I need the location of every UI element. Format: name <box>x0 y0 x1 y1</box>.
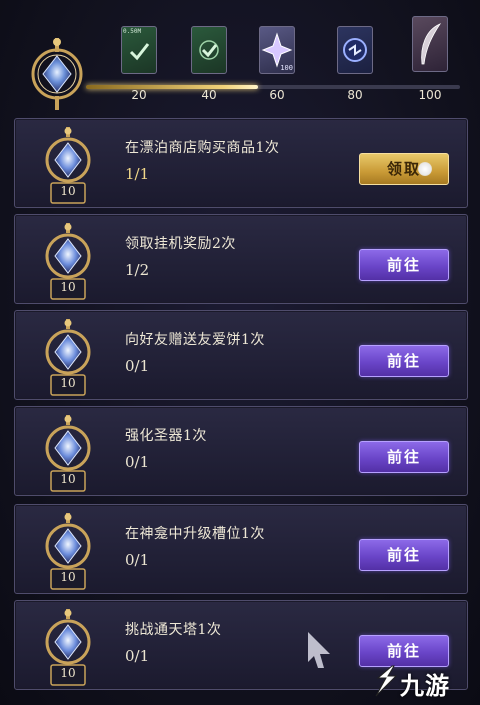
quest-card: 10 在漂泊商店购买商品1次 1/1 领取 <box>14 118 468 208</box>
reward-points: 10 <box>60 472 76 486</box>
touch-indicator-icon <box>418 162 432 176</box>
quest-title: 挑战通天塔1次 <box>125 622 222 638</box>
go-button[interactable]: 前往 <box>359 635 449 667</box>
claim-button[interactable]: 领取 <box>359 153 449 185</box>
quest-progress: 1/2 <box>125 261 150 279</box>
milestone-value: 20 <box>131 88 147 102</box>
go-button[interactable]: 前往 <box>359 249 449 281</box>
quest-progress: 1/1 <box>125 165 150 183</box>
pointer-cursor-icon <box>308 632 330 668</box>
quest-title: 领取挂机奖励2次 <box>125 236 236 252</box>
quest-card: 10 领取挂机奖励2次 1/2 前往 <box>14 214 468 304</box>
reward-points: 10 <box>60 570 76 584</box>
watermark-text: 九游 <box>400 672 450 700</box>
jiuyou-logo-icon <box>375 665 398 697</box>
quest-title: 强化圣器1次 <box>125 428 207 444</box>
reward-points: 10 <box>60 280 76 294</box>
blue-orb-icon[interactable] <box>337 26 373 74</box>
activity-progress-bar: 0.50M 20 40 100 60 80 100 <box>0 0 480 112</box>
quest-progress: 0/1 <box>125 647 150 665</box>
quest-title: 在漂泊商店购买商品1次 <box>125 140 280 156</box>
quest-card: 10 强化圣器1次 0/1 前往 <box>14 406 468 496</box>
milestone-value: 100 <box>418 88 442 102</box>
feather-icon[interactable] <box>412 16 448 72</box>
watermark: 九游 <box>372 664 476 700</box>
milestone-reward-100[interactable]: 100 <box>405 16 455 102</box>
milestone-value: 40 <box>201 88 217 102</box>
quest-progress: 0/1 <box>125 551 150 569</box>
milestone-reward-60[interactable]: 100 60 <box>252 26 302 102</box>
milestone-value: 80 <box>347 88 363 102</box>
milestone-value: 60 <box>269 88 285 102</box>
crystal-star-icon[interactable]: 100 <box>259 26 295 74</box>
reward-points: 10 <box>60 184 76 198</box>
activity-points-emblem-icon <box>31 38 83 110</box>
reward-points: 10 <box>60 376 76 390</box>
milestone-reward-80[interactable]: 80 <box>330 26 380 102</box>
quest-title: 在神龛中升级槽位1次 <box>125 526 265 542</box>
go-button[interactable]: 前往 <box>359 345 449 377</box>
quest-progress: 0/1 <box>125 453 150 471</box>
quest-card: 10 向好友赠送友爱饼1次 0/1 前往 <box>14 310 468 400</box>
quest-progress: 0/1 <box>125 357 150 375</box>
go-button[interactable]: 前往 <box>359 539 449 571</box>
reward-card-icon[interactable] <box>191 26 227 74</box>
reward-card-icon[interactable]: 0.50M <box>121 26 157 74</box>
go-button[interactable]: 前往 <box>359 441 449 473</box>
reward-points: 10 <box>60 666 76 680</box>
quest-card: 10 在神龛中升级槽位1次 0/1 前往 <box>14 504 468 594</box>
milestone-reward-40[interactable]: 40 <box>184 26 234 102</box>
quest-title: 向好友赠送友爱饼1次 <box>125 332 265 348</box>
milestone-reward-20[interactable]: 0.50M 20 <box>114 26 164 102</box>
